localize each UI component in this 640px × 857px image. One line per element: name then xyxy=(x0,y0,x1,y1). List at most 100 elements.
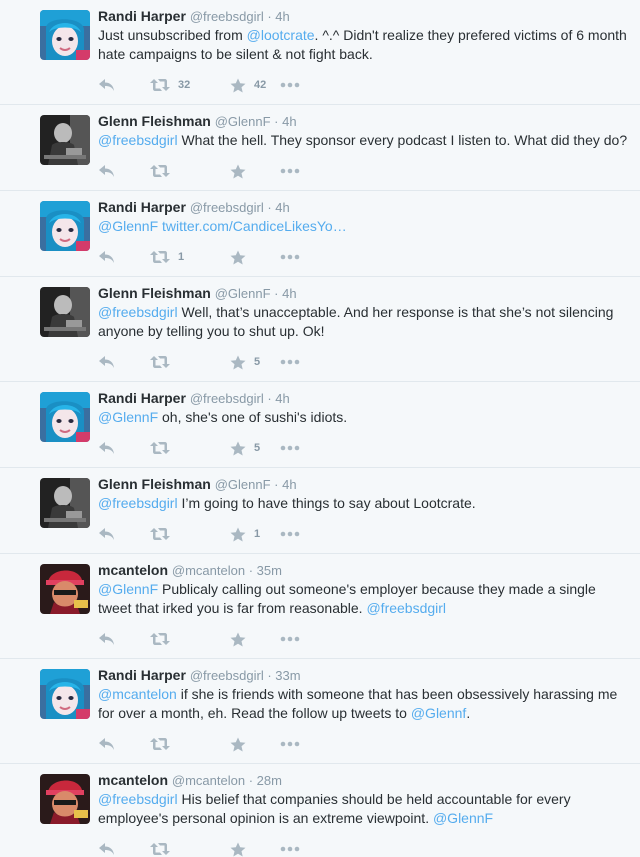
avatar[interactable] xyxy=(40,10,90,60)
reply-button[interactable] xyxy=(98,527,150,541)
author-name[interactable]: mcantelon xyxy=(98,772,168,788)
more-button[interactable] xyxy=(280,636,310,642)
reply-button[interactable] xyxy=(98,737,150,751)
author-name[interactable]: mcantelon xyxy=(98,562,168,578)
reply-button[interactable] xyxy=(98,441,150,455)
favorite-button[interactable]: 42 xyxy=(230,78,280,93)
more-button[interactable] xyxy=(280,741,310,747)
tweet-link[interactable]: @GlennF xyxy=(98,581,158,597)
tweet-link[interactable]: @GlennF xyxy=(433,810,493,826)
tweet-link[interactable]: twitter.com/CandiceLikesYo… xyxy=(162,218,347,234)
separator-dot: · xyxy=(245,773,257,788)
more-button[interactable] xyxy=(280,846,310,852)
more-button[interactable] xyxy=(280,168,310,174)
author-handle[interactable]: @GlennF xyxy=(215,477,271,492)
author-handle[interactable]: @GlennF xyxy=(215,114,271,129)
tweet-header: Randi Harper @freebsdgirl · 4h xyxy=(98,198,628,217)
favorite-button[interactable] xyxy=(230,737,280,752)
author-name[interactable]: Randi Harper xyxy=(98,8,186,24)
tweet-5[interactable]: Randi Harper @freebsdgirl · 4h @GlennF o… xyxy=(0,382,640,468)
tweet-timestamp[interactable]: 4h xyxy=(275,391,289,406)
favorite-button[interactable]: 1 xyxy=(230,527,280,542)
retweet-button[interactable] xyxy=(150,737,230,751)
tweet-6[interactable]: Glenn Fleishman @GlennF · 4h @freebsdgir… xyxy=(0,468,640,554)
tweet-7[interactable]: mcantelon @mcantelon · 35m @GlennF Publi… xyxy=(0,554,640,659)
author-handle[interactable]: @GlennF xyxy=(215,286,271,301)
retweet-button[interactable] xyxy=(150,842,230,856)
tweet-timestamp[interactable]: 28m xyxy=(257,773,282,788)
more-button[interactable] xyxy=(280,445,310,451)
author-handle[interactable]: @freebsdgirl xyxy=(190,668,264,683)
avatar-image xyxy=(40,115,90,165)
tweet-timestamp[interactable]: 4h xyxy=(275,9,289,24)
more-button[interactable] xyxy=(280,359,310,365)
tweet-link[interactable]: @freebsdgirl xyxy=(98,791,178,807)
retweet-button[interactable] xyxy=(150,632,230,646)
tweet-2[interactable]: Glenn Fleishman @GlennF · 4h @freebsdgir… xyxy=(0,105,640,191)
tweet-8[interactable]: Randi Harper @freebsdgirl · 33m @mcantel… xyxy=(0,659,640,764)
reply-button[interactable] xyxy=(98,78,150,92)
avatar[interactable] xyxy=(40,478,90,528)
tweet-9[interactable]: mcantelon @mcantelon · 28m @freebsdgirl … xyxy=(0,764,640,857)
author-name[interactable]: Glenn Fleishman xyxy=(98,476,211,492)
tweet-link[interactable]: @freebsdgirl xyxy=(98,132,178,148)
reply-button[interactable] xyxy=(98,164,150,178)
author-name[interactable]: Glenn Fleishman xyxy=(98,113,211,129)
author-name[interactable]: Randi Harper xyxy=(98,667,186,683)
author-handle[interactable]: @freebsdgirl xyxy=(190,391,264,406)
avatar[interactable] xyxy=(40,115,90,165)
tweet-link[interactable]: @Glennf xyxy=(411,705,466,721)
tweet-link[interactable]: @freebsdgirl xyxy=(98,495,178,511)
tweet-text-segment: Publicaly calling out someone's employer… xyxy=(98,581,596,616)
favorite-button[interactable]: 5 xyxy=(230,441,280,456)
reply-button[interactable] xyxy=(98,250,150,264)
tweet-link[interactable]: @GlennF xyxy=(98,218,158,234)
tweet-timestamp[interactable]: 4h xyxy=(282,286,296,301)
author-handle[interactable]: @mcantelon xyxy=(172,773,245,788)
favorite-button[interactable] xyxy=(230,842,280,857)
tweet-link[interactable]: @freebsdgirl xyxy=(366,600,446,616)
tweet-link[interactable]: @lootcrate xyxy=(247,27,315,43)
favorite-button[interactable] xyxy=(230,250,280,265)
retweet-button[interactable] xyxy=(150,164,230,178)
favorite-button[interactable] xyxy=(230,164,280,179)
author-handle[interactable]: @freebsdgirl xyxy=(190,200,264,215)
tweet-link[interactable]: @mcantelon xyxy=(98,686,177,702)
tweet-timestamp[interactable]: 35m xyxy=(257,563,282,578)
retweet-button[interactable] xyxy=(150,527,230,541)
retweet-button[interactable]: 1 xyxy=(150,250,230,264)
avatar[interactable] xyxy=(40,392,90,442)
separator-dot: · xyxy=(263,668,276,683)
reply-button[interactable] xyxy=(98,632,150,646)
author-handle[interactable]: @freebsdgirl xyxy=(190,9,264,24)
tweet-timestamp[interactable]: 4h xyxy=(282,477,296,492)
avatar[interactable] xyxy=(40,564,90,614)
tweet-timestamp[interactable]: 4h xyxy=(282,114,296,129)
author-name[interactable]: Randi Harper xyxy=(98,199,186,215)
more-button[interactable] xyxy=(280,531,310,537)
reply-button[interactable] xyxy=(98,842,150,856)
retweet-button[interactable] xyxy=(150,441,230,455)
avatar[interactable] xyxy=(40,669,90,719)
favorite-button[interactable]: 5 xyxy=(230,355,280,370)
tweet-link[interactable]: @freebsdgirl xyxy=(98,304,178,320)
retweet-button[interactable] xyxy=(150,355,230,369)
author-handle[interactable]: @mcantelon xyxy=(172,563,245,578)
tweet-link[interactable]: @GlennF xyxy=(98,409,158,425)
favorite-button[interactable] xyxy=(230,632,280,647)
tweet-1[interactable]: Randi Harper @freebsdgirl · 4h Just unsu… xyxy=(0,0,640,105)
avatar[interactable] xyxy=(40,201,90,251)
tweet-timestamp[interactable]: 33m xyxy=(275,668,300,683)
retweet-button[interactable]: 32 xyxy=(150,78,230,92)
avatar[interactable] xyxy=(40,287,90,337)
avatar[interactable] xyxy=(40,774,90,824)
author-name[interactable]: Glenn Fleishman xyxy=(98,285,211,301)
tweet-4[interactable]: Glenn Fleishman @GlennF · 4h @freebsdgir… xyxy=(0,277,640,382)
tweet-timestamp[interactable]: 4h xyxy=(275,200,289,215)
tweet-3[interactable]: Randi Harper @freebsdgirl · 4h @GlennF t… xyxy=(0,191,640,277)
reply-button[interactable] xyxy=(98,355,150,369)
more-button[interactable] xyxy=(280,254,310,260)
tweet-text: Just unsubscribed from @lootcrate. ^.^ D… xyxy=(98,26,628,64)
more-button[interactable] xyxy=(280,82,310,88)
author-name[interactable]: Randi Harper xyxy=(98,390,186,406)
